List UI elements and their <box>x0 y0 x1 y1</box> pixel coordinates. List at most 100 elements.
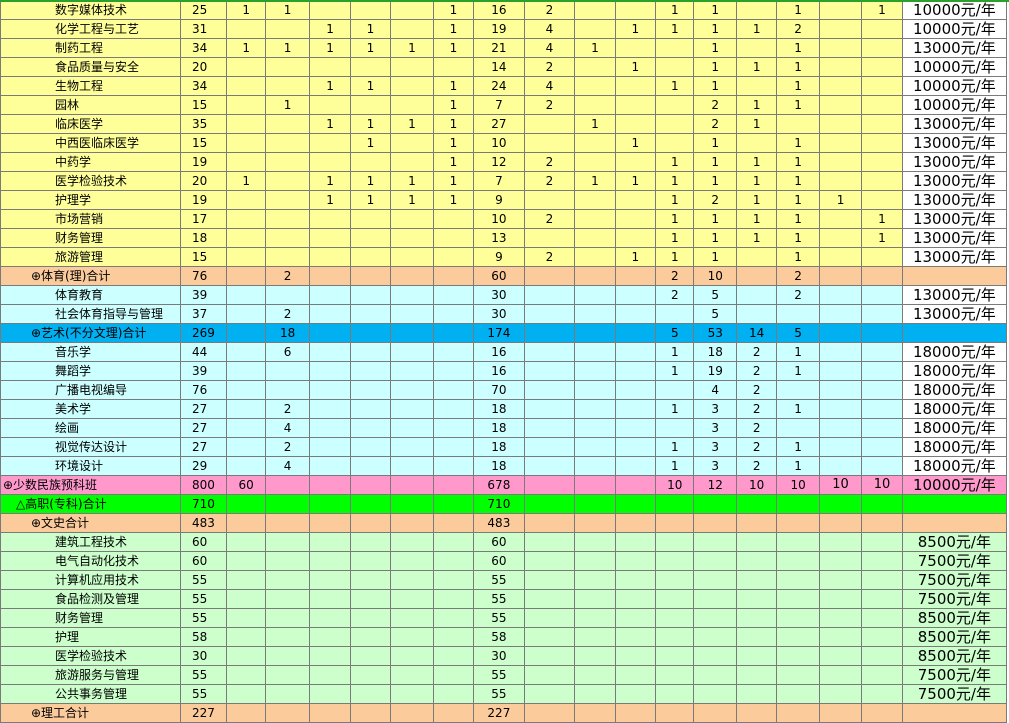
quota-cell[interactable] <box>349 513 392 533</box>
quota-cell[interactable] <box>861 171 903 191</box>
quota-cell[interactable] <box>226 266 266 286</box>
quota-cell[interactable]: 1 <box>309 76 351 96</box>
quota-cell[interactable]: 1 <box>264 0 311 20</box>
quota-cell[interactable] <box>523 570 576 590</box>
quota-cell[interactable]: 1 <box>735 19 778 39</box>
quota-cell[interactable]: 1 <box>309 38 351 58</box>
quota-cell[interactable]: 12 <box>693 475 737 495</box>
quota-cell[interactable] <box>349 247 392 267</box>
quota-cell[interactable] <box>776 589 820 609</box>
quota-cell[interactable] <box>818 437 863 457</box>
quota-cell[interactable]: 1 <box>655 361 695 381</box>
program-name-cell[interactable]: 计算机应用技术 <box>0 570 181 590</box>
quota-cell[interactable] <box>523 418 576 438</box>
program-name-cell[interactable]: ⊕体育(理)合计 <box>0 266 181 286</box>
quota-cell[interactable] <box>432 513 475 533</box>
quota-cell[interactable] <box>226 228 266 248</box>
quota-cell[interactable]: 3 <box>693 418 737 438</box>
quota-cell[interactable] <box>818 532 863 552</box>
quota-cell[interactable] <box>861 114 903 134</box>
quota-cell[interactable] <box>818 228 863 248</box>
quota-cell[interactable] <box>523 399 576 419</box>
quota-cell[interactable] <box>861 304 903 324</box>
quota-cell[interactable] <box>861 513 903 533</box>
quota-cell[interactable]: 1 <box>432 171 475 191</box>
program-name-cell[interactable]: 市场营销 <box>0 209 181 229</box>
quota-cell[interactable]: 1 <box>309 190 351 210</box>
quota-cell[interactable] <box>226 152 266 172</box>
quota-cell[interactable]: 5 <box>693 285 737 305</box>
quota-cell[interactable] <box>655 665 695 685</box>
quota-cell[interactable]: 1 <box>432 133 475 153</box>
total-count-cell[interactable]: 29 <box>179 456 228 476</box>
tuition-fee-cell[interactable]: 13000元/年 <box>901 247 1008 267</box>
tuition-fee-cell[interactable]: 7500元/年 <box>901 665 1008 685</box>
quota-cell[interactable] <box>818 0 863 20</box>
quota-cell[interactable]: 2 <box>523 95 576 115</box>
quota-cell[interactable]: 10 <box>818 475 863 495</box>
tuition-fee-cell[interactable]: 8500元/年 <box>901 646 1008 666</box>
quota-cell[interactable]: 24 <box>473 76 525 96</box>
quota-cell[interactable] <box>861 589 903 609</box>
quota-cell[interactable] <box>614 437 657 457</box>
quota-cell[interactable] <box>861 247 903 267</box>
quota-cell[interactable] <box>655 114 695 134</box>
tuition-fee-cell[interactable]: 10000元/年 <box>901 95 1008 115</box>
quota-cell[interactable] <box>390 475 434 495</box>
quota-cell[interactable] <box>309 304 351 324</box>
quota-cell[interactable] <box>614 95 657 115</box>
quota-cell[interactable] <box>390 228 434 248</box>
quota-cell[interactable] <box>309 209 351 229</box>
program-name-cell[interactable]: 广播电视编导 <box>0 380 181 400</box>
quota-cell[interactable]: 1 <box>776 95 820 115</box>
program-name-cell[interactable]: 医学检验技术 <box>0 171 181 191</box>
quota-cell[interactable]: 1 <box>390 171 434 191</box>
quota-cell[interactable] <box>861 76 903 96</box>
quota-cell[interactable] <box>349 228 392 248</box>
quota-cell[interactable] <box>693 589 737 609</box>
quota-cell[interactable]: 18 <box>264 323 311 343</box>
quota-cell[interactable] <box>574 57 616 77</box>
quota-cell[interactable]: 1 <box>776 399 820 419</box>
quota-cell[interactable] <box>349 551 392 571</box>
quota-cell[interactable]: 1 <box>349 171 392 191</box>
quota-cell[interactable] <box>226 95 266 115</box>
quota-cell[interactable] <box>574 627 616 647</box>
quota-cell[interactable] <box>390 323 434 343</box>
quota-cell[interactable]: 1 <box>264 95 311 115</box>
quota-cell[interactable] <box>390 19 434 39</box>
quota-cell[interactable] <box>432 361 475 381</box>
quota-cell[interactable] <box>574 228 616 248</box>
quota-cell[interactable] <box>309 532 351 552</box>
total-count-cell[interactable]: 30 <box>179 646 228 666</box>
quota-cell[interactable] <box>523 456 576 476</box>
quota-cell[interactable] <box>432 684 475 704</box>
quota-cell[interactable] <box>226 323 266 343</box>
tuition-fee-cell[interactable]: 8500元/年 <box>901 532 1008 552</box>
quota-cell[interactable]: 2 <box>264 437 311 457</box>
quota-cell[interactable] <box>264 76 311 96</box>
quota-cell[interactable] <box>349 323 392 343</box>
quota-cell[interactable] <box>309 418 351 438</box>
quota-cell[interactable] <box>614 570 657 590</box>
quota-cell[interactable]: 2 <box>523 152 576 172</box>
tuition-fee-cell[interactable]: 10000元/年 <box>901 76 1008 96</box>
quota-cell[interactable] <box>861 627 903 647</box>
quota-cell[interactable]: 70 <box>473 380 525 400</box>
quota-cell[interactable]: 18 <box>473 418 525 438</box>
quota-cell[interactable] <box>776 532 820 552</box>
quota-cell[interactable]: 30 <box>473 285 525 305</box>
quota-cell[interactable] <box>818 95 863 115</box>
total-count-cell[interactable]: 55 <box>179 608 228 628</box>
quota-cell[interactable] <box>574 570 616 590</box>
program-name-cell[interactable]: 环境设计 <box>0 456 181 476</box>
quota-cell[interactable] <box>264 152 311 172</box>
quota-cell[interactable] <box>264 703 311 723</box>
total-count-cell[interactable]: 18 <box>179 228 228 248</box>
quota-cell[interactable] <box>390 665 434 685</box>
quota-cell[interactable] <box>523 494 576 514</box>
quota-cell[interactable] <box>523 323 576 343</box>
quota-cell[interactable]: 1 <box>693 247 737 267</box>
quota-cell[interactable]: 1 <box>655 437 695 457</box>
quota-cell[interactable] <box>614 304 657 324</box>
